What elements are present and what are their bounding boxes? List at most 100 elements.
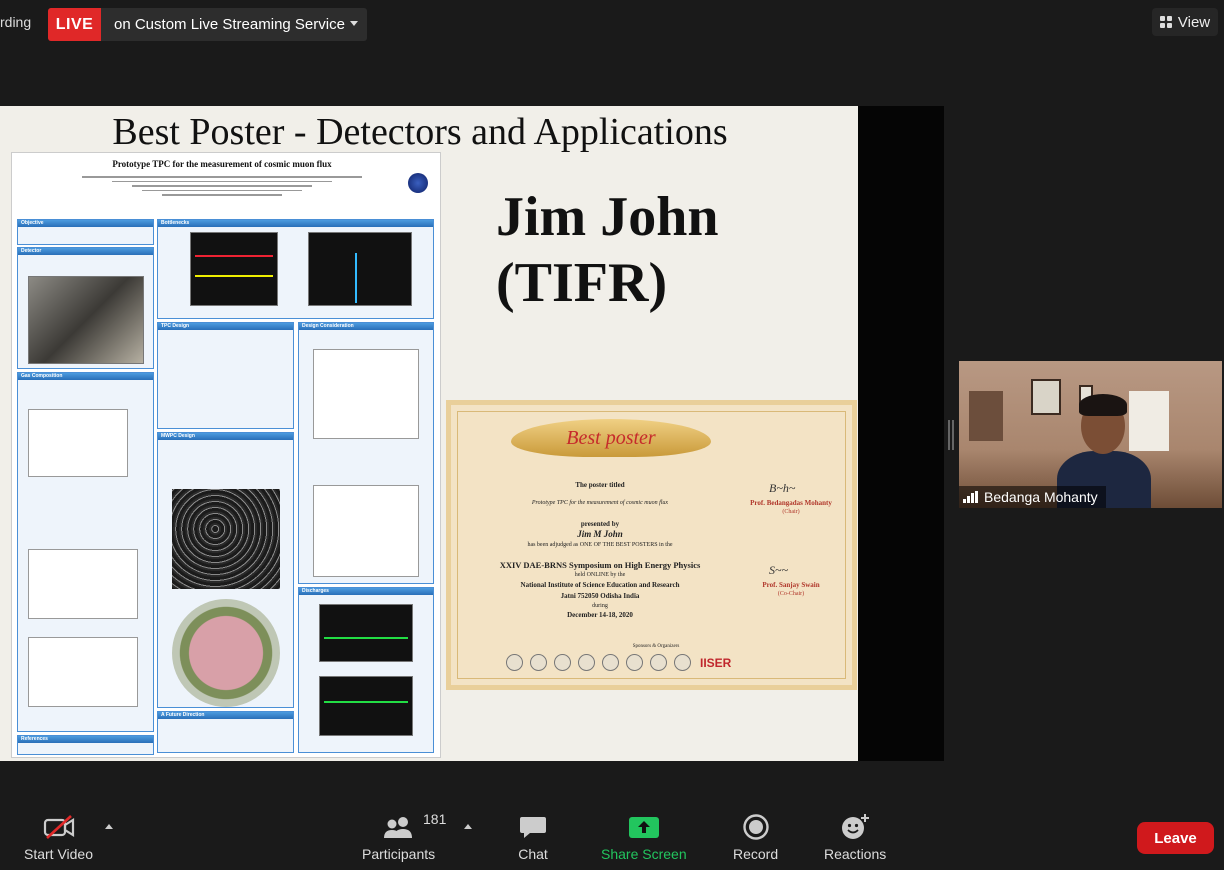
- poster-section-objective: Objective: [17, 219, 154, 245]
- share-screen-icon: [628, 812, 660, 842]
- sponsors-label: Sponsors & Organizers: [632, 644, 680, 649]
- sponsor-logo-icon: [506, 654, 523, 671]
- sponsor-logo-icon: [578, 654, 595, 671]
- mwpc-mesh-image: [172, 489, 280, 589]
- poster-plot: [313, 485, 419, 577]
- oscilloscope-trace: [319, 676, 413, 736]
- detector-photo: [28, 276, 144, 364]
- chevron-up-icon[interactable]: [105, 824, 113, 829]
- cert-poster-title: Prototype TPC for the measurement of cos…: [531, 500, 669, 506]
- presentation-slide: Best Poster - Detectors and Applications…: [0, 106, 858, 761]
- poster-section-heading: MWPC Design: [158, 433, 293, 440]
- cert-held: held ONLINE by the: [574, 572, 626, 578]
- record-label: Record: [733, 846, 779, 862]
- winner-affiliation: (TIFR): [496, 252, 668, 314]
- cert-event: XXIV DAE-BRNS Symposium on High Energy P…: [499, 560, 701, 570]
- poster-section-heading: References: [18, 736, 153, 743]
- poster-section-gas-composition: Gas Composition: [17, 372, 154, 732]
- poster-plot: [28, 409, 128, 477]
- poster-section-heading: A Future Direction: [158, 712, 293, 719]
- cochair-name: Prof. Sanjay Swain: [762, 581, 820, 589]
- poster-section-bottlenecks: Bottlenecks: [157, 219, 434, 319]
- certificate: Best poster The poster titled Prototype …: [446, 400, 857, 690]
- signal-strength-icon: [963, 491, 978, 503]
- poster-section-heading: Gas Composition: [18, 373, 153, 380]
- chair-role: (Chair): [782, 509, 800, 515]
- poster-section-mwpc-design: MWPC Design: [157, 432, 294, 708]
- chat-icon: [518, 812, 548, 842]
- sponsor-logo-icon: [650, 654, 667, 671]
- ribbon-banner: Best poster: [511, 419, 711, 457]
- participant-name: Bedanga Mohanty: [984, 489, 1098, 505]
- cochair-role: (Co-Chair): [777, 591, 805, 597]
- chevron-up-icon[interactable]: [464, 824, 472, 829]
- participant-video-tile[interactable]: Bedanga Mohanty: [959, 361, 1222, 508]
- poster-section-heading: Objective: [18, 220, 153, 227]
- share-screen-button[interactable]: Share Screen: [601, 812, 687, 862]
- oscilloscope-trace: [190, 232, 278, 306]
- record-icon: [742, 812, 770, 842]
- cert-line: The poster titled: [575, 481, 625, 489]
- poster-section-heading: Bottlenecks: [158, 220, 433, 227]
- view-button-label: View: [1177, 13, 1211, 31]
- poster-section-heading: Design Consideration: [299, 323, 433, 330]
- sponsor-logo-icon: [674, 654, 691, 671]
- poster-section-detector: Detector: [17, 247, 154, 369]
- leave-button[interactable]: Leave: [1137, 822, 1214, 854]
- cert-location: Jatni 752050 Odisha India: [560, 592, 640, 600]
- poster-plot: [28, 637, 138, 707]
- cert-dates: December 14-18, 2020: [567, 611, 633, 619]
- start-video-label: Start Video: [24, 846, 94, 862]
- cert-presenter: Jim M John: [577, 529, 623, 539]
- view-button[interactable]: View: [1152, 8, 1218, 36]
- share-screen-label: Share Screen: [601, 846, 687, 862]
- poster-authors: [72, 173, 372, 199]
- iiser-logo: IISER: [700, 655, 732, 670]
- resize-handle[interactable]: [948, 420, 954, 450]
- participants-count: 181: [423, 811, 447, 827]
- cert-presented-by: presented by: [580, 520, 620, 528]
- chair-name: Prof. Bedangadas Mohanty: [750, 499, 832, 507]
- recording-indicator-text: rding: [0, 14, 32, 30]
- poster-section-design-consideration: Design Consideration: [298, 322, 434, 584]
- chat-button[interactable]: Chat: [518, 812, 548, 862]
- poster-section-heading: Discharges: [299, 588, 433, 595]
- poster-image: Prototype TPC for the measurement of cos…: [11, 152, 441, 758]
- oscilloscope-trace: [308, 232, 412, 306]
- background-wall: [1129, 391, 1169, 451]
- chat-label: Chat: [518, 846, 548, 862]
- ribbon-text: Best poster: [566, 426, 656, 449]
- participants-label: Participants: [362, 846, 436, 862]
- sponsor-logos: IISER: [506, 654, 731, 671]
- cert-institute: National Institute of Science Education …: [520, 581, 680, 589]
- background-picture-frame: [1031, 379, 1061, 415]
- sponsor-logo-icon: [554, 654, 571, 671]
- sponsor-logo-icon: [602, 654, 619, 671]
- poster-plot: [28, 549, 138, 619]
- reactions-button[interactable]: Reactions: [824, 812, 886, 862]
- start-video-button[interactable]: Start Video: [24, 812, 93, 862]
- sponsor-logo-icon: [626, 654, 643, 671]
- poster-title: Prototype TPC for the measurement of cos…: [112, 159, 332, 169]
- reactions-icon: [840, 812, 870, 842]
- participant-name-tag: Bedanga Mohanty: [959, 486, 1106, 508]
- shared-screen: Best Poster - Detectors and Applications…: [0, 106, 944, 761]
- live-badge: LIVE: [48, 8, 101, 41]
- cert-during: during: [592, 603, 608, 609]
- poster-logo: [408, 173, 428, 193]
- poster-section-heading: Detector: [18, 248, 153, 255]
- record-button[interactable]: Record: [733, 812, 778, 862]
- winner-name: Jim John: [496, 186, 719, 248]
- pad-plane-image: [172, 599, 280, 707]
- chair-signature: B~h~: [769, 481, 796, 495]
- winner-text: Jim John (TIFR): [496, 184, 719, 316]
- background-cabinet: [969, 391, 1003, 441]
- poster-section-references: References: [17, 735, 154, 755]
- live-stream-dropdown[interactable]: LIVE on Custom Live Streaming Service: [48, 8, 367, 41]
- live-service-label: on Custom Live Streaming Service: [114, 16, 345, 33]
- slide-title: Best Poster - Detectors and Applications: [112, 111, 728, 153]
- poster-section-tpc-design: TPC Design: [157, 322, 294, 429]
- cochair-signature: S~~: [769, 563, 788, 577]
- poster-section-future-direction: A Future Direction: [157, 711, 294, 753]
- chevron-down-icon: [350, 21, 358, 26]
